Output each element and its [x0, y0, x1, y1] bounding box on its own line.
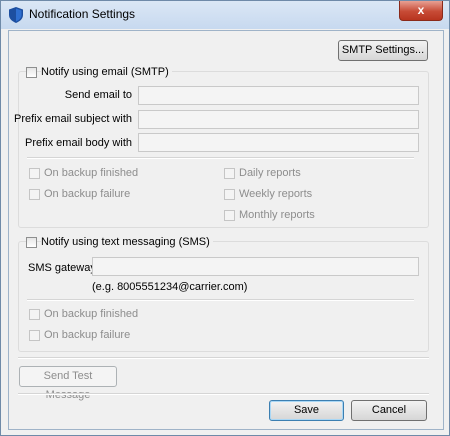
footer-separator-top: [18, 357, 429, 359]
notify-sms-label: Notify using text messaging (SMS): [41, 236, 213, 248]
email-on-backup-failure-label: On backup failure: [44, 188, 131, 200]
send-test-message-button[interactable]: Send Test Message: [19, 366, 117, 401]
notify-sms-checkbox[interactable]: [26, 237, 37, 248]
close-button[interactable]: x: [399, 1, 443, 21]
send-email-to-input[interactable]: [138, 86, 419, 105]
monthly-reports-label: Monthly reports: [239, 209, 315, 221]
daily-reports-label: Daily reports: [239, 167, 301, 179]
sms-gateway-example: (e.g. 8005551234@carrier.com): [92, 281, 248, 293]
daily-reports-checkbox[interactable]: [224, 168, 235, 179]
notify-email-label: Notify using email (SMTP): [41, 66, 172, 78]
sms-on-backup-failure-checkbox[interactable]: [29, 330, 40, 341]
email-on-backup-finished-label: On backup finished: [44, 167, 139, 179]
send-email-to-label: Send email to: [64, 89, 132, 101]
sms-gateway-input[interactable]: [92, 257, 419, 276]
subject-prefix-input[interactable]: [138, 110, 419, 129]
window-title: Notification Settings: [29, 7, 136, 21]
title-bar[interactable]: Notification Settings x: [1, 1, 449, 29]
sms-on-backup-finished-label: On backup finished: [44, 308, 139, 320]
subject-prefix-label: Prefix email subject with: [14, 113, 132, 125]
sms-separator: [27, 299, 414, 301]
email-on-backup-failure-checkbox[interactable]: [29, 189, 40, 200]
shield-icon: [9, 7, 23, 23]
cancel-button[interactable]: Cancel: [351, 400, 427, 421]
smtp-settings-button[interactable]: SMTP Settings...: [338, 40, 428, 61]
notify-email-checkbox[interactable]: [26, 67, 37, 78]
save-button[interactable]: Save: [269, 400, 344, 421]
sms-on-backup-failure-label: On backup failure: [44, 329, 131, 341]
weekly-reports-checkbox[interactable]: [224, 189, 235, 200]
sms-on-backup-finished-checkbox[interactable]: [29, 309, 40, 320]
email-separator: [27, 157, 414, 159]
weekly-reports-label: Weekly reports: [239, 188, 313, 200]
body-prefix-label: Prefix email body with: [25, 137, 132, 149]
monthly-reports-checkbox[interactable]: [224, 210, 235, 221]
body-prefix-input[interactable]: [138, 133, 419, 152]
footer-separator-bottom: [18, 393, 429, 395]
sms-gateway-label: SMS gateway: [28, 262, 96, 274]
dialog-client-area: SMTP Settings... Notify using email (SMT…: [8, 30, 444, 430]
email-on-backup-finished-checkbox[interactable]: [29, 168, 40, 179]
notification-settings-window: Notification Settings x SMTP Settings...…: [0, 0, 450, 436]
